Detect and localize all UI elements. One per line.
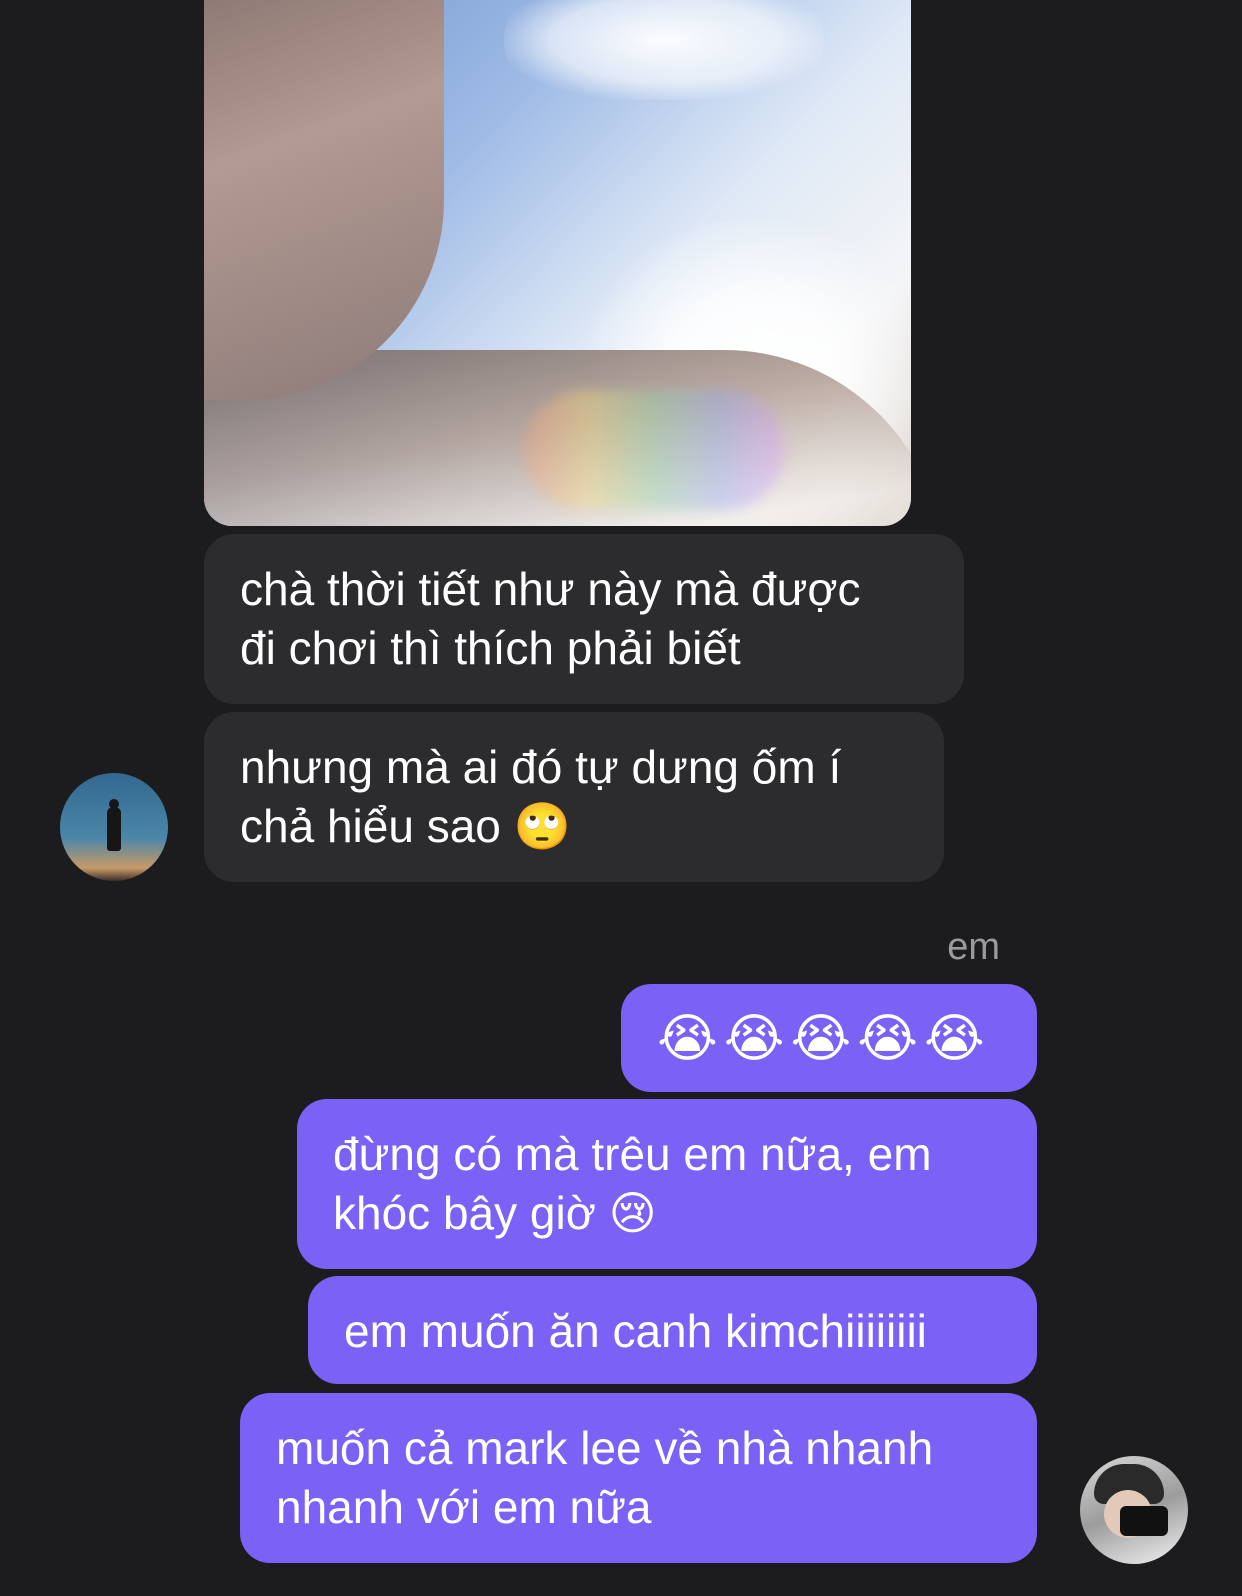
photo-neck: [204, 0, 444, 400]
message-text-line: nhưng mà ai đó tự dưng ốm í: [240, 741, 842, 793]
outgoing-message-bubble[interactable]: đừng có mà trêu em nữa, em khóc bây giờ …: [297, 1099, 1037, 1269]
message-text-line: nhanh với em nữa: [276, 1481, 652, 1533]
message-text-line: chà thời tiết như này mà được: [240, 563, 861, 615]
photo-lens-flare: [524, 390, 784, 510]
message-text-line: khóc bây giờ 😢: [333, 1187, 657, 1239]
incoming-message-bubble[interactable]: nhưng mà ai đó tự dưng ốm í chả hiểu sao…: [204, 712, 944, 882]
contact-avatar[interactable]: [60, 773, 168, 881]
message-text-line: đừng có mà trêu em nữa, em: [333, 1128, 932, 1180]
camera-icon: [1120, 1506, 1168, 1536]
message-text-line: đi chơi thì thích phải biết: [240, 622, 741, 674]
avatar-figure: [107, 807, 121, 851]
incoming-message-bubble[interactable]: chà thời tiết như này mà được đi chơi th…: [204, 534, 964, 704]
message-text-line: em muốn ăn canh kimchiiiiiiii: [344, 1305, 927, 1357]
shared-photo[interactable]: [204, 0, 911, 526]
outgoing-message-bubble[interactable]: muốn cả mark lee về nhà nhanh nhanh với …: [240, 1393, 1037, 1563]
message-text-line: chả hiểu sao 🙄: [240, 800, 571, 852]
outgoing-message-bubble[interactable]: 😭😭😭😭😭: [621, 984, 1037, 1092]
my-avatar[interactable]: [1080, 1456, 1188, 1564]
outgoing-message-bubble[interactable]: em muốn ăn canh kimchiiiiiiii: [308, 1276, 1037, 1384]
my-sender-label: em: [947, 926, 1000, 968]
photo-cloud: [504, 0, 824, 100]
message-text-line: 😭😭😭😭😭: [657, 1010, 991, 1068]
message-text-line: muốn cả mark lee về nhà nhanh: [276, 1422, 934, 1474]
